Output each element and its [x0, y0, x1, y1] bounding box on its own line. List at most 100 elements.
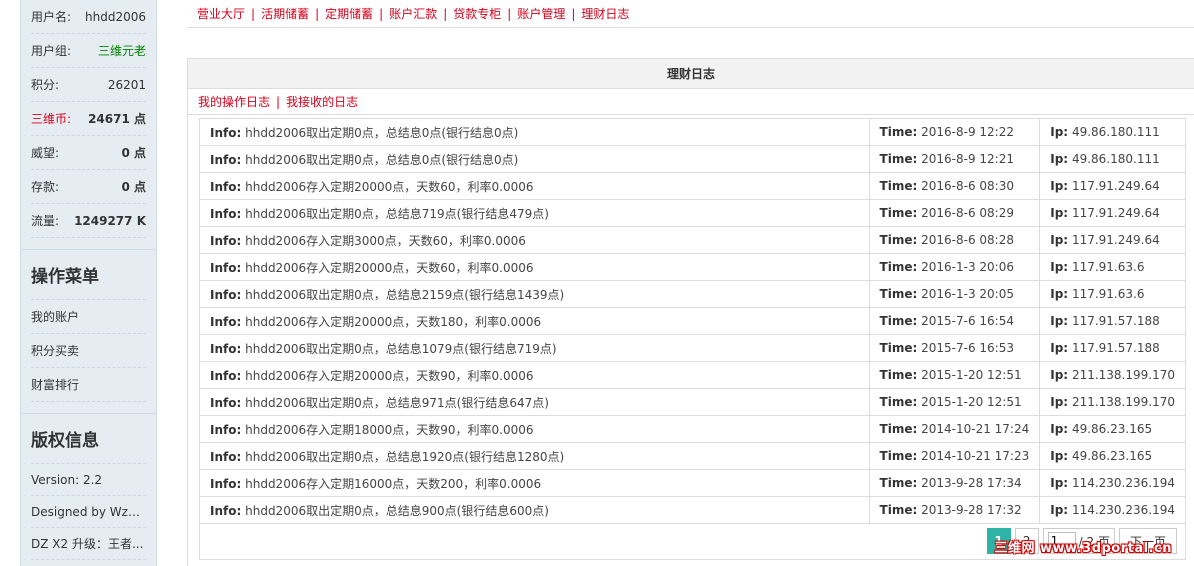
tab-received-log[interactable]: 我接收的日志	[286, 93, 358, 110]
table-row: Info: hhdd2006取出定期0点，总结息0点(银行结息0点) Time: …	[199, 118, 1186, 146]
field-value: 2013-9-28 17:34	[921, 476, 1022, 490]
field-label: Ip:	[1050, 503, 1069, 517]
field-label: Info:	[210, 314, 242, 329]
field-label: Info:	[210, 503, 242, 518]
log-table: Info: hhdd2006取出定期0点，总结息0点(银行结息0点) Time: …	[199, 118, 1186, 524]
log-ip-cell: Ip: 117.91.57.188	[1039, 307, 1186, 335]
field-value: hhdd2006存入定期20000点，天数90，利率0.0006	[245, 368, 534, 383]
table-row: Info: hhdd2006存入定期20000点，天数60，利率0.0006 Ti…	[199, 172, 1186, 200]
field-value: 2016-8-6 08:28	[921, 233, 1014, 247]
field-value: hhdd2006存入定期20000点，天数180，利率0.0006	[245, 314, 542, 329]
user-group-label: 用户组:	[31, 44, 72, 58]
log-info-cell: Info: hhdd2006存入定期3000点，天数60，利率0.0006	[199, 226, 870, 254]
log-time-cell: Time: 2016-1-3 20:05	[868, 280, 1041, 308]
field-label: Info:	[210, 233, 242, 248]
page-jump-input[interactable]	[1047, 532, 1076, 550]
field-value: 2013-9-28 17:32	[921, 503, 1022, 517]
log-info-cell: Info: hhdd2006取出定期0点，总结息1920点(银行结息1280点)	[199, 442, 870, 470]
field-value: 117.91.249.64	[1071, 179, 1160, 193]
field-label: Time:	[879, 287, 918, 301]
log-time-cell: Time: 2016-8-9 12:22	[868, 118, 1041, 146]
page-2-button[interactable]: 2	[1014, 528, 1039, 554]
traffic-label: 流量:	[31, 214, 60, 228]
field-label: Ip:	[1050, 125, 1069, 139]
sidebar-divider	[21, 238, 156, 250]
field-label: Ip:	[1050, 152, 1069, 166]
field-label: Info:	[210, 476, 242, 491]
field-label: Ip:	[1050, 179, 1069, 193]
table-row: Info: hhdd2006存入定期3000点，天数60，利率0.0006 Tim…	[199, 226, 1186, 254]
next-page-button[interactable]: 下一页	[1118, 528, 1177, 554]
field-label: Time:	[879, 179, 918, 193]
page-jump: / 2 页	[1042, 528, 1115, 554]
field-value: 117.91.63.6	[1071, 260, 1145, 274]
log-ip-cell: Ip: 49.86.180.111	[1039, 145, 1186, 173]
field-label: Info:	[210, 125, 242, 140]
table-row: Info: hhdd2006存入定期20000点，天数90，利率0.0006 Ti…	[199, 361, 1186, 389]
log-time-cell: Time: 2016-8-9 12:21	[868, 145, 1041, 173]
log-time-cell: Time: 2016-1-3 20:06	[868, 253, 1041, 281]
version-text: Version: 2.2	[31, 472, 103, 487]
log-info-cell: Info: hhdd2006存入定期16000点，天数200，利率0.0006	[199, 469, 870, 497]
field-value: hhdd2006存入定期3000点，天数60，利率0.0006	[245, 233, 526, 248]
field-value: 114.230.236.194	[1071, 476, 1175, 490]
field-label: Info:	[210, 206, 242, 221]
field-value: 117.91.57.188	[1071, 314, 1160, 328]
nav-separator: |	[507, 6, 512, 21]
deposit-value: 0 点	[121, 180, 146, 194]
field-label: Ip:	[1050, 476, 1069, 490]
nav-fixed-savings[interactable]: 定期储蓄	[325, 5, 373, 22]
user-row-traffic: 流量: 1249277 K	[31, 204, 146, 238]
field-value: 2016-8-6 08:29	[921, 206, 1014, 220]
log-info-cell: Info: hhdd2006取出定期0点，总结息1079点(银行结息719点)	[199, 334, 870, 362]
field-value: 211.138.199.170	[1071, 368, 1175, 382]
field-value: 49.86.23.165	[1071, 449, 1153, 463]
username-value: hhdd2006	[85, 9, 146, 24]
menu-item-my-account[interactable]: 我的账户	[31, 300, 146, 334]
nav-separator: |	[251, 6, 256, 21]
user-group-value: 三维元老	[97, 44, 146, 58]
table-row: Info: hhdd2006取出定期0点，总结息900点(银行结息600点) Ti…	[199, 496, 1186, 524]
page-1-button[interactable]: 1	[986, 528, 1011, 554]
field-value: 2014-10-21 17:23	[921, 449, 1030, 463]
field-label: Time:	[879, 206, 918, 220]
table-row: Info: hhdd2006存入定期18000点，天数90，利率0.0006 Ti…	[199, 415, 1186, 443]
nav-current-savings[interactable]: 活期储蓄	[261, 5, 309, 22]
user-row-username: 用户名: hhdd2006	[31, 0, 146, 34]
field-value: 49.86.180.111	[1071, 152, 1160, 166]
log-time-cell: Time: 2014-10-21 17:24	[868, 415, 1041, 443]
log-info-cell: Info: hhdd2006取出定期0点，总结息2159点(银行结息1439点)	[199, 280, 870, 308]
nav-account-management[interactable]: 账户管理	[517, 5, 565, 22]
nav-business-hall[interactable]: 营业大厅	[197, 5, 245, 22]
field-value: 2015-7-6 16:53	[921, 341, 1014, 355]
table-row: Info: hhdd2006取出定期0点，总结息971点(银行结息647点) Ti…	[199, 388, 1186, 416]
log-info-cell: Info: hhdd2006存入定期18000点，天数90，利率0.0006	[199, 415, 870, 443]
nav-loan-counter[interactable]: 贷款专柜	[453, 5, 501, 22]
table-row: Info: hhdd2006取出定期0点，总结息2159点(银行结息1439点)…	[199, 280, 1186, 308]
nav-finance-log[interactable]: 理财日志	[581, 5, 629, 22]
nav-remittance[interactable]: 账户汇款	[389, 5, 437, 22]
field-value: 2014-10-21 17:24	[921, 422, 1030, 436]
field-value: hhdd2006存入定期20000点，天数60，利率0.0006	[245, 260, 534, 275]
field-label: Info:	[210, 152, 242, 167]
log-time-cell: Time: 2014-10-21 17:23	[868, 442, 1041, 470]
menu-item-wealth-ranking[interactable]: 财富排行	[31, 368, 146, 402]
tab-my-operation-log[interactable]: 我的操作日志	[198, 93, 270, 110]
field-value: hhdd2006取出定期0点，总结息2159点(银行结息1439点)	[245, 287, 565, 302]
log-ip-cell: Ip: 117.91.63.6	[1039, 280, 1186, 308]
field-value: 2015-1-20 12:51	[921, 368, 1022, 382]
log-time-cell: Time: 2015-1-20 12:51	[868, 388, 1041, 416]
menu-item-points-trade[interactable]: 积分买卖	[31, 334, 146, 368]
log-info-cell: Info: hhdd2006存入定期20000点，天数60，利率0.0006	[199, 253, 870, 281]
log-ip-cell: Ip: 114.230.236.194	[1039, 469, 1186, 497]
table-row: Info: hhdd2006存入定期16000点，天数200，利率0.0006 T…	[199, 469, 1186, 497]
table-row: Info: hhdd2006存入定期20000点，天数180，利率0.0006 T…	[199, 307, 1186, 335]
field-label: Info:	[210, 260, 242, 275]
field-label: Time:	[879, 260, 918, 274]
upgrade-info: DZ X2 升级：王者...	[31, 528, 146, 560]
pagination: 1 2 / 2 页 下一页	[986, 528, 1177, 554]
designer-info: Designed by Wz20...	[31, 496, 146, 528]
log-time-cell: Time: 2015-1-20 12:51	[868, 361, 1041, 389]
field-label: Time:	[879, 368, 918, 382]
log-info-cell: Info: hhdd2006取出定期0点，总结息971点(银行结息647点)	[199, 388, 870, 416]
